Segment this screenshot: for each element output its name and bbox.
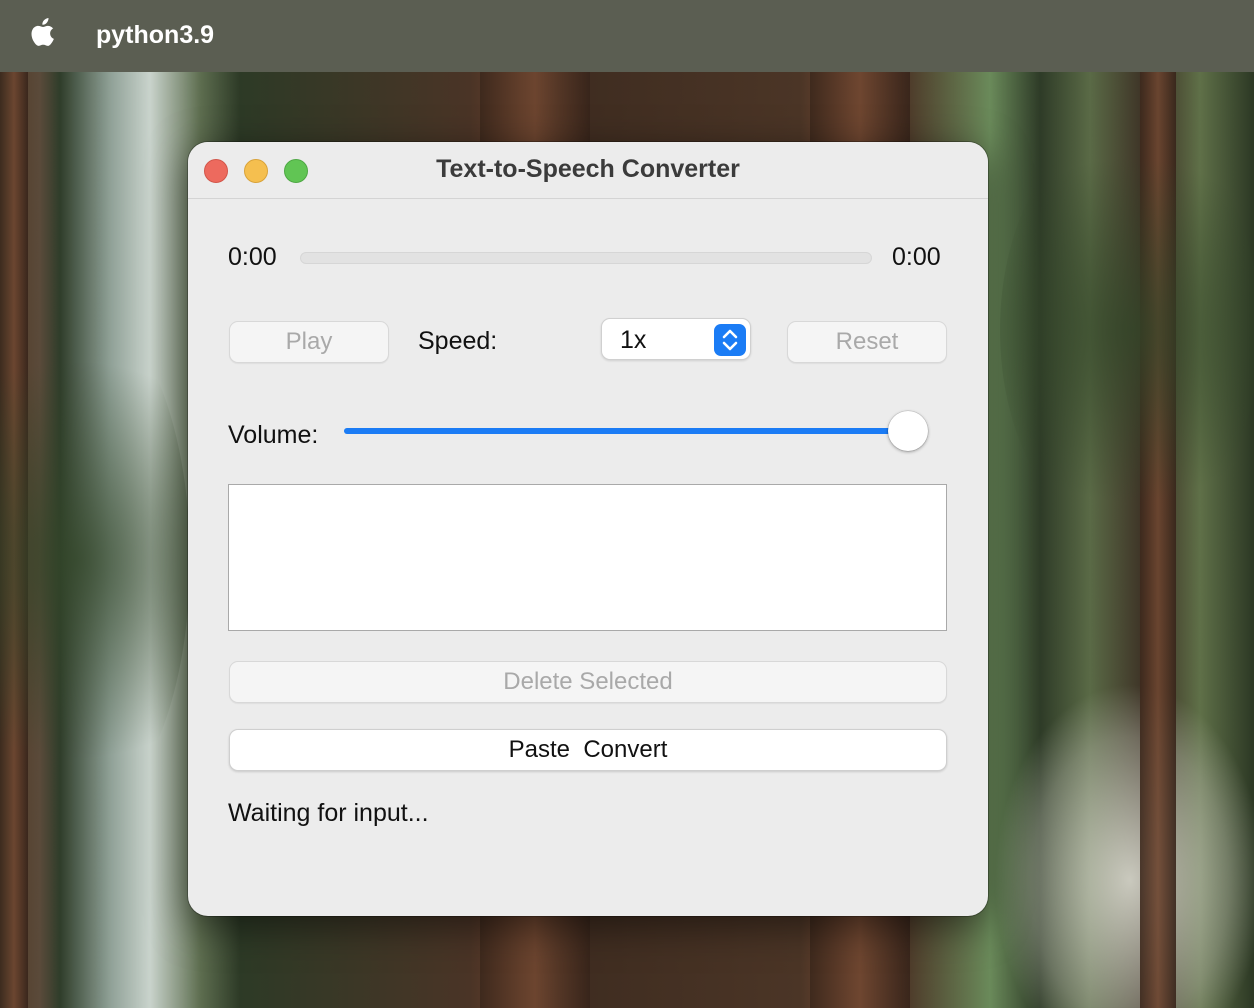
reset-button[interactable]: Reset	[787, 321, 947, 363]
volume-slider-fill	[344, 428, 924, 434]
paste-convert-label: Paste Convert	[508, 736, 668, 763]
title-bar[interactable]: Text-to-Speech Converter	[188, 142, 988, 199]
text-input-area[interactable]	[228, 484, 947, 631]
speed-select[interactable]: 1x	[601, 318, 751, 360]
background-foliage	[1000, 120, 1254, 540]
volume-label: Volume:	[228, 421, 319, 449]
playback-progress-bar[interactable]	[300, 252, 872, 264]
elapsed-time: 0:00	[228, 243, 277, 271]
volume-slider-thumb[interactable]	[888, 411, 928, 451]
speed-label: Speed:	[418, 327, 498, 355]
speed-select-value: 1x	[620, 326, 647, 354]
total-time: 0:00	[892, 243, 941, 271]
play-button[interactable]: Play	[229, 321, 389, 363]
delete-selected-button[interactable]: Delete Selected	[229, 661, 947, 703]
menu-bar: python3.9	[0, 0, 1254, 72]
up-down-chevron-icon	[714, 324, 746, 356]
background-foliage	[0, 300, 190, 820]
app-menu-name[interactable]: python3.9	[96, 18, 214, 52]
window-title: Text-to-Speech Converter	[436, 155, 740, 183]
status-text: Waiting for input...	[228, 799, 429, 827]
app-window: Text-to-Speech Converter 0:00 0:00 Play …	[188, 142, 988, 916]
paste-convert-button[interactable]: Paste Convert	[229, 729, 947, 771]
volume-slider[interactable]	[344, 428, 924, 434]
apple-logo-icon[interactable]	[28, 16, 58, 52]
